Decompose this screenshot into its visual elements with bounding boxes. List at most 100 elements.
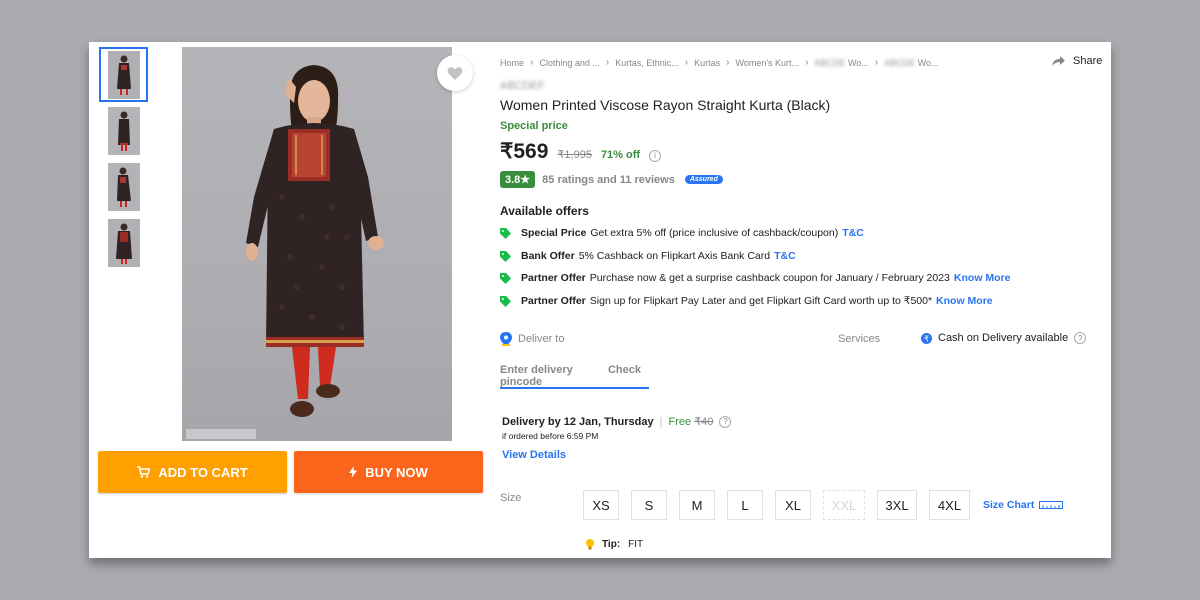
chevron-right-icon: ›: [530, 57, 534, 68]
chevron-right-icon: ›: [684, 57, 689, 68]
chevron-right-icon: ›: [605, 57, 610, 68]
pincode-input[interactable]: Enter delivery pincode: [500, 364, 608, 388]
size-option-l[interactable]: L: [727, 490, 763, 520]
tip-value: FIT: [628, 539, 644, 550]
ruler-icon: [1039, 501, 1064, 509]
size-option-4xl[interactable]: 4XL: [929, 490, 970, 520]
special-price-label: Special price: [500, 120, 568, 132]
pincode-field[interactable]: Enter delivery pincode Check: [500, 364, 649, 389]
free-label: Free: [668, 416, 692, 428]
cart-icon: [137, 466, 151, 478]
breadcrumb-brand-women[interactable]: ABCDE Wo...: [814, 58, 868, 68]
delivery-charge-struck: ₹40: [694, 416, 714, 428]
product-main-image[interactable]: [182, 47, 452, 441]
offer-link[interactable]: T&C: [842, 227, 864, 239]
add-to-cart-label: ADD TO CART: [158, 464, 248, 480]
thumbnail-image: [107, 106, 140, 155]
question-icon[interactable]: ?: [719, 415, 732, 428]
blurred-brand: ABCDE: [884, 57, 916, 68]
buy-now-label: BUY NOW: [365, 464, 428, 480]
breadcrumb: Home › Clothing and ... › Kurtas, Ethnic..…: [500, 57, 939, 68]
mrp-price: ₹1,995: [557, 149, 592, 161]
product-card: ADD TO CART BUY NOW Home › Clothing and .…: [89, 42, 1111, 558]
breadcrumb-womens-kurtas[interactable]: Women's Kurt...: [735, 58, 799, 68]
offer-tag-icon: [500, 295, 511, 307]
offer-text: Purchase now & get a surprise cashback c…: [589, 272, 950, 284]
offer-item: Partner Offer Sign up for Flipkart Pay L…: [500, 295, 993, 307]
offer-item: Partner Offer Purchase now & get a surpr…: [500, 272, 1011, 284]
breadcrumb-kurtas-ethnic[interactable]: Kurtas, Ethnic...: [615, 58, 679, 68]
breadcrumb-home[interactable]: Home: [500, 58, 524, 68]
size-option-xxl: XXL: [823, 490, 865, 520]
offer-link[interactable]: Know More: [936, 295, 993, 307]
wishlist-button[interactable]: [437, 55, 473, 91]
chevron-right-icon: ›: [726, 57, 730, 68]
thumbnail-3[interactable]: [99, 159, 148, 214]
offer-link[interactable]: Know More: [954, 272, 1011, 284]
deliver-to-label: Deliver to: [518, 333, 565, 345]
size-option-s[interactable]: S: [631, 490, 667, 520]
tip-label: Tip:: [602, 539, 621, 550]
offer-type: Special Price: [521, 227, 587, 239]
check-button[interactable]: Check: [608, 364, 641, 387]
size-option-xs[interactable]: XS: [583, 490, 619, 520]
view-details-link[interactable]: View Details: [502, 449, 566, 461]
delivery-info: Delivery by 12 Jan, Thursday | Free ₹40 …: [502, 415, 732, 428]
tip-row: Tip: FIT: [586, 539, 643, 550]
thumbnail-2[interactable]: [99, 103, 148, 158]
product-title: Women Printed Viscose Rayon Straight Kur…: [500, 97, 831, 113]
offer-item: Bank Offer 5% Cashback on Flipkart Axis …: [500, 250, 796, 262]
rupee-circle-icon: ₹: [921, 332, 932, 344]
thumbnail-image: [107, 50, 140, 99]
size-label: Size: [500, 492, 522, 504]
offer-link[interactable]: T&C: [774, 250, 796, 262]
kurta-model-photo: [186, 65, 384, 439]
add-to-cart-button[interactable]: ADD TO CART: [98, 451, 287, 493]
share-icon: [1052, 56, 1065, 66]
discount-percent: 71% off: [600, 149, 641, 161]
delivery-separator: |: [659, 415, 663, 428]
lightning-icon: [349, 466, 358, 478]
assured-label: Assured: [689, 176, 718, 183]
thumbnail-image: [107, 162, 140, 211]
services-label: Services: [838, 333, 881, 345]
heart-icon: [447, 66, 463, 80]
breadcrumb-kurtas[interactable]: Kurtas: [694, 58, 720, 68]
assured-badge: Assured: [684, 175, 723, 184]
breadcrumb-clothing[interactable]: Clothing and ...: [539, 58, 600, 68]
share-button[interactable]: Share: [1052, 55, 1102, 67]
offer-item: Special Price Get extra 5% off (price in…: [500, 227, 864, 239]
size-chart-label: Size Chart: [983, 499, 1035, 511]
offer-text: Get extra 5% off (price inclusive of cas…: [590, 227, 839, 239]
buy-now-button[interactable]: BUY NOW: [294, 451, 483, 493]
bulb-icon: [586, 539, 594, 550]
ordered-before: if ordered before 6:59 PM: [502, 431, 599, 441]
offer-tag-icon: [500, 250, 511, 262]
size-option-m[interactable]: M: [679, 490, 715, 520]
chevron-right-icon: ›: [874, 57, 879, 68]
delivery-charge: Free ₹40: [669, 415, 714, 428]
thumbnail-4[interactable]: [99, 215, 148, 270]
thumbnail-image: [107, 218, 140, 267]
rating-badge[interactable]: 3.8★: [500, 171, 536, 188]
deliver-to: Deliver to: [500, 332, 564, 346]
offer-type: Partner Offer: [521, 272, 586, 284]
size-chart-link[interactable]: Size Chart: [983, 499, 1064, 511]
breadcrumb-brand-women-2[interactable]: ABCDE Wo...: [884, 58, 938, 68]
svg-text:₹: ₹: [924, 334, 929, 343]
size-option-xl[interactable]: XL: [775, 490, 811, 520]
size-option-3xl[interactable]: 3XL: [877, 490, 917, 520]
question-icon[interactable]: ?: [1074, 332, 1087, 344]
price-row: ₹569 ₹1,995 71% off i: [500, 139, 662, 164]
delivery-date: Delivery by 12 Jan, Thursday: [502, 415, 654, 428]
offer-text: Sign up for Flipkart Pay Later and get F…: [589, 295, 933, 307]
cod-label: Cash on Delivery available: [938, 332, 1069, 344]
offer-type: Partner Offer: [521, 295, 586, 307]
offer-type: Bank Offer: [521, 250, 575, 262]
ratings-reviews-count[interactable]: 85 ratings and 11 reviews: [542, 174, 675, 186]
thumbnail-1[interactable]: [99, 47, 148, 102]
info-icon[interactable]: i: [649, 149, 662, 162]
brand-name[interactable]: ABCDEF: [500, 80, 545, 92]
offer-tag-icon: [500, 272, 511, 284]
offer-tag-icon: [500, 227, 511, 239]
